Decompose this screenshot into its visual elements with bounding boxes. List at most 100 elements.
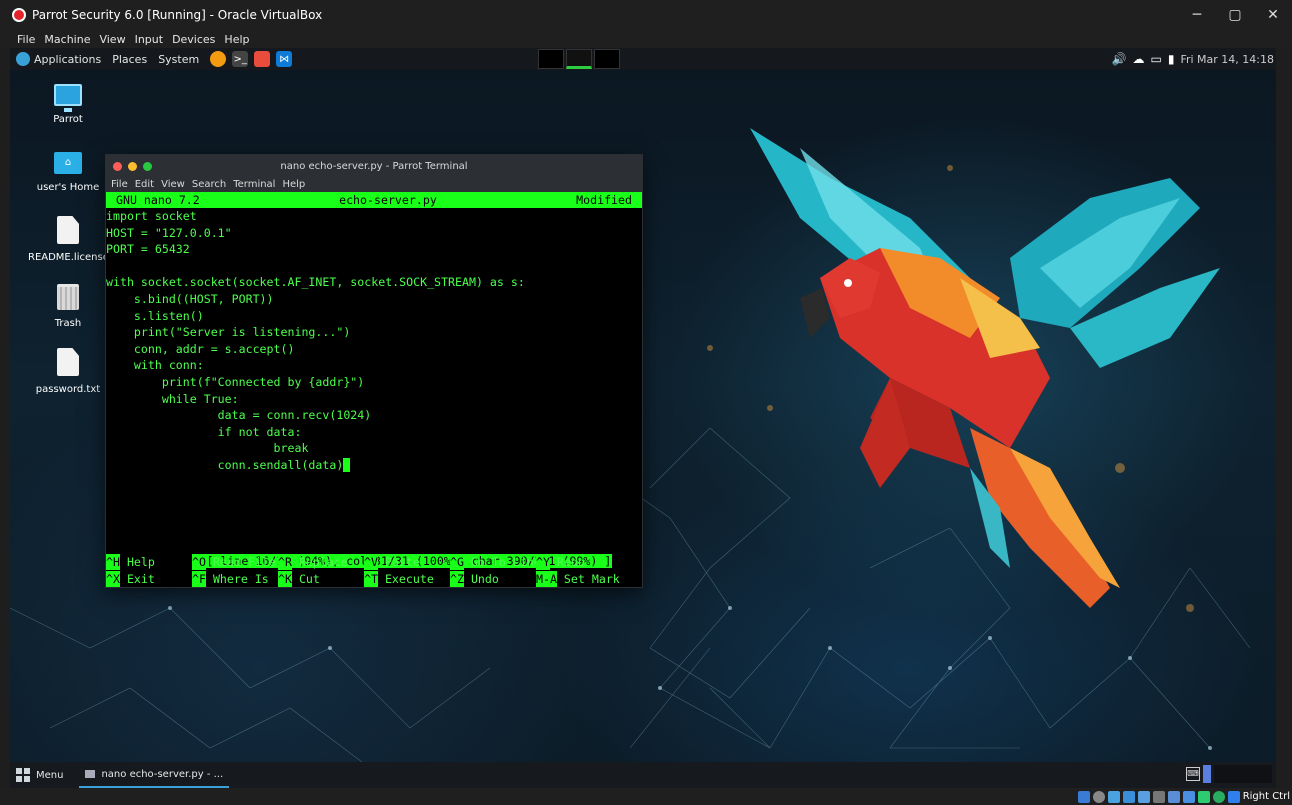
virtualbox-app-icon: [12, 8, 26, 22]
keyboard-layout-icon[interactable]: ⌨: [1186, 767, 1200, 781]
terminal-window[interactable]: nano echo-server.py - Parrot Terminal Fi…: [105, 154, 643, 588]
nano-shortcuts-row-2: ^X Exit ^F Where Is ^K Cut ^T Execute ^Z…: [106, 571, 642, 587]
shortcut-redo[interactable]: ^Y Redo: [536, 554, 622, 570]
shortcut-replace[interactable]: ^R Replace: [278, 554, 364, 570]
usb-icon[interactable]: [1137, 790, 1150, 803]
start-menu-button[interactable]: Menu: [16, 768, 63, 782]
menu-applications[interactable]: Applications: [34, 53, 101, 66]
code-line: with socket.socket(socket.AF_INET, socke…: [106, 275, 525, 290]
clipboard-icon[interactable]: ▮: [1168, 52, 1175, 66]
vbox-menu-view[interactable]: View: [99, 33, 125, 46]
guest-additions-icon[interactable]: [1212, 790, 1225, 803]
menu-system[interactable]: System: [158, 53, 199, 66]
workspace-indicator[interactable]: [1214, 765, 1272, 783]
shortcut-where-is[interactable]: ^F Where Is: [192, 571, 278, 587]
hard-disk-icon[interactable]: [1077, 790, 1090, 803]
display-settings-icon[interactable]: [1167, 790, 1180, 803]
shortcut-cut[interactable]: ^K Cut: [278, 571, 364, 587]
terminal-titlebar[interactable]: nano echo-server.py - Parrot Terminal: [106, 155, 642, 177]
mouse-integration-icon[interactable]: [1227, 790, 1240, 803]
code-line: with conn:: [106, 358, 204, 373]
vbox-menubar: File Machine View Input Devices Help: [0, 30, 1292, 48]
shortcut-undo[interactable]: ^Z Undo: [450, 571, 536, 587]
firefox-launcher-icon[interactable]: [210, 51, 227, 67]
desktop-icon-parrot[interactable]: Parrot: [28, 84, 108, 125]
clock[interactable]: Fri Mar 14, 14:18: [1180, 53, 1274, 66]
recording-icon[interactable]: [1182, 790, 1195, 803]
code-line: print("Server is listening..."): [106, 325, 351, 340]
desktop-icon-home[interactable]: ⌂ user's Home: [28, 152, 108, 193]
taskbar-item-terminal[interactable]: nano echo-server.py - ...: [79, 762, 230, 788]
virtualbox-window: Parrot Security 6.0 [Running] - Oracle V…: [0, 0, 1292, 805]
nano-shortcuts-row-1: ^H Help ^O Read File ^R Replace ^V Paste…: [106, 554, 642, 570]
shared-folders-icon[interactable]: [1152, 790, 1165, 803]
vbox-menu-help[interactable]: Help: [224, 33, 249, 46]
code-line: HOST = "127.0.0.1": [106, 225, 232, 240]
desktop-icon-trash[interactable]: Trash: [28, 284, 108, 329]
shortcut-help[interactable]: ^H Help: [106, 554, 192, 570]
system-tray: 🔊 ☁ ▭ ▮ Fri Mar 14, 14:18: [1112, 48, 1276, 70]
term-menu-help[interactable]: Help: [282, 179, 305, 190]
workspace-2[interactable]: [566, 49, 592, 69]
vbox-menu-devices[interactable]: Devices: [172, 33, 215, 46]
shortcut-set-mark[interactable]: M-A Set Mark: [536, 571, 622, 587]
vbox-statusbar: Right Ctrl: [0, 788, 1292, 805]
desktop-icon-label: Parrot: [53, 114, 83, 125]
vbox-menu-machine[interactable]: Machine: [44, 33, 90, 46]
nano-editor[interactable]: GNU nano 7.2 echo-server.py Modified imp…: [106, 192, 642, 588]
document-icon: [57, 216, 79, 244]
nano-buffer[interactable]: import socket HOST = "127.0.0.1" PORT = …: [106, 208, 642, 474]
menu-label: Menu: [36, 769, 64, 781]
menu-places[interactable]: Places: [112, 53, 147, 66]
term-menu-terminal[interactable]: Terminal: [233, 179, 275, 190]
shortcut-read-file[interactable]: ^O Read File: [192, 554, 278, 570]
desktop-icon-label: README.license: [28, 252, 109, 263]
close-button[interactable]: ✕: [1254, 0, 1292, 30]
host-key-label: Right Ctrl: [1242, 791, 1290, 802]
text-cursor: [343, 457, 351, 472]
workspace-1[interactable]: [538, 49, 564, 69]
code-line: import socket: [106, 209, 197, 223]
cpu-activity-icon[interactable]: [1197, 790, 1210, 803]
vbox-menu-input[interactable]: Input: [135, 33, 163, 46]
workspace-3[interactable]: [594, 49, 620, 69]
term-menu-edit[interactable]: Edit: [135, 179, 154, 190]
nano-modified-flag: Modified: [576, 193, 632, 207]
nano-status-line: [ line 16/17 (94%), col 31/31 (100%), ch…: [106, 537, 642, 568]
display-icon[interactable]: ▭: [1151, 52, 1162, 66]
desktop-icon-password[interactable]: password.txt: [28, 348, 108, 395]
minimize-button[interactable]: ─: [1178, 0, 1216, 30]
vbox-menu-file[interactable]: File: [17, 33, 35, 46]
audio-icon[interactable]: [1107, 790, 1120, 803]
desktop-icon-label: Trash: [54, 318, 82, 329]
vbox-titlebar: Parrot Security 6.0 [Running] - Oracle V…: [0, 0, 1292, 30]
maximize-button[interactable]: ▢: [1216, 0, 1254, 30]
terminal-icon: [85, 770, 96, 778]
network-adapter-icon[interactable]: [1122, 790, 1135, 803]
desktop-icon-label: user's Home: [36, 182, 100, 193]
code-line: PORT = 65432: [106, 242, 190, 257]
network-icon[interactable]: ☁: [1133, 52, 1145, 66]
parrot-menu-icon[interactable]: [16, 52, 30, 66]
shortcut-paste[interactable]: ^V Paste: [364, 554, 450, 570]
term-menu-file[interactable]: File: [111, 179, 128, 190]
vscode-launcher-icon[interactable]: ⋈: [276, 51, 293, 67]
desktop-icon-readme[interactable]: README.license: [28, 216, 109, 263]
volume-icon[interactable]: 🔊: [1112, 52, 1127, 66]
term-menu-search[interactable]: Search: [192, 179, 226, 190]
term-menu-view[interactable]: View: [161, 179, 185, 190]
workspace-switcher[interactable]: [538, 49, 620, 69]
nano-header: GNU nano 7.2 echo-server.py Modified: [106, 192, 642, 208]
shortcut-execute[interactable]: ^T Execute: [364, 571, 450, 587]
optical-drive-icon[interactable]: [1092, 790, 1105, 803]
workspace-indicator-active[interactable]: [1203, 765, 1211, 783]
monitor-icon: [54, 84, 82, 112]
shortcut-exit[interactable]: ^X Exit: [106, 571, 192, 587]
text-editor-launcher-icon[interactable]: [254, 51, 271, 67]
home-folder-icon: ⌂: [54, 152, 82, 174]
shortcut-go-to-line[interactable]: ^G Go To Line: [450, 554, 541, 570]
terminal-title: nano echo-server.py - Parrot Terminal: [280, 160, 468, 172]
terminal-menubar: File Edit View Search Terminal Help: [106, 177, 642, 192]
terminal-launcher-icon[interactable]: >_: [232, 51, 249, 67]
code-line: break: [106, 441, 309, 456]
